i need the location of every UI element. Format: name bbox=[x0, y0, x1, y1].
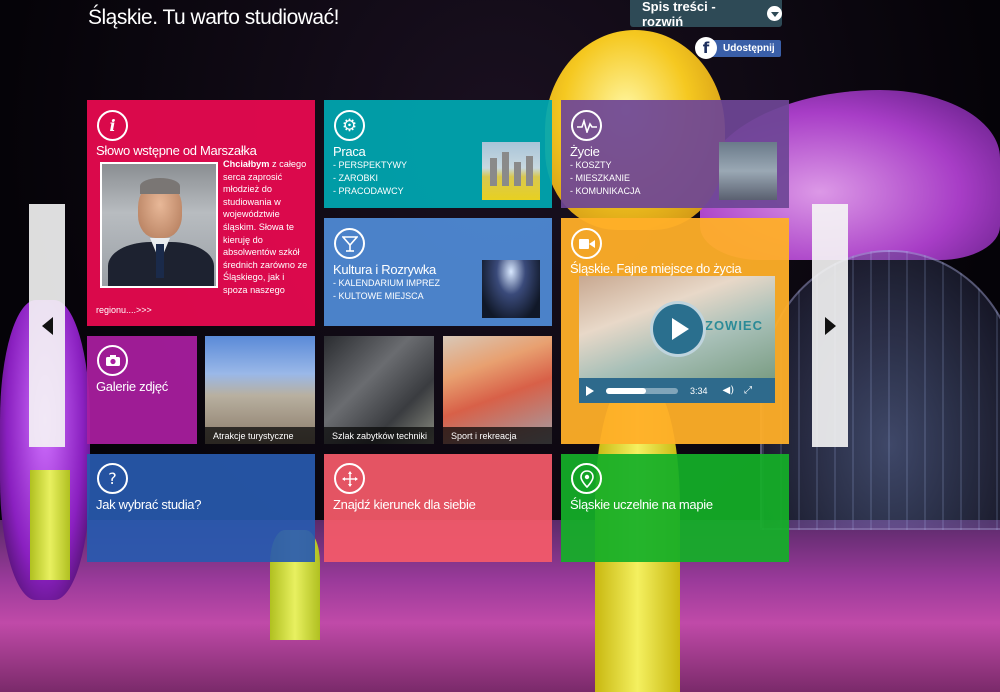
video-camera-icon bbox=[571, 228, 602, 259]
arrow-right-icon bbox=[824, 316, 836, 335]
fullscreen-icon[interactable]: ⤢ bbox=[744, 385, 752, 396]
gallery-item[interactable]: Atrakcje turystyczne bbox=[205, 336, 315, 444]
tile-title: Galerie zdjęć bbox=[96, 379, 168, 394]
tile-jak-wybrac-studia[interactable]: ? Jak wybrać studia? bbox=[87, 454, 315, 562]
tile-kultura-rozrywka[interactable]: Kultura i Rozrywka KALENDARIUM IMPREZ KU… bbox=[324, 218, 552, 326]
gear-icon: ⚙ bbox=[334, 110, 365, 141]
tile-title: Śląskie. Fajne miejsce do życia bbox=[570, 261, 742, 276]
video-progress-bar[interactable] bbox=[606, 387, 678, 394]
facebook-share-button[interactable]: f Udostępnij bbox=[695, 37, 781, 59]
tile-title: Jak wybrać studia? bbox=[96, 497, 202, 512]
camera-icon bbox=[97, 345, 128, 376]
list-item[interactable]: KALENDARIUM IMPREZ bbox=[333, 277, 441, 290]
tile-title: Słowo wstępne od Marszałka bbox=[96, 143, 257, 158]
tile-fajne-miejsce[interactable]: Śląskie. Fajne miejsce do życia ZOWIEC 3… bbox=[561, 218, 789, 444]
tile-link-list: PERSPEKTYWY ZAROBKI PRACODAWCY bbox=[333, 159, 408, 198]
tile-marshal-foreword[interactable]: i Słowo wstępne od Marszałka Chciałbym z… bbox=[87, 100, 315, 326]
chevron-down-icon bbox=[767, 6, 782, 21]
map-pin-icon bbox=[571, 463, 602, 494]
info-icon: i bbox=[97, 110, 128, 141]
arrows-icon bbox=[334, 463, 365, 494]
tile-zycie[interactable]: Życie KOSZTY MIESZKANIE KOMUNIKACJA bbox=[561, 100, 789, 208]
video-time: 3:34 bbox=[690, 385, 708, 396]
toc-expand-button[interactable]: Spis treści - rozwiń bbox=[630, 0, 782, 29]
dorm-room-thumbnail bbox=[719, 142, 777, 200]
volume-icon[interactable]: ◀) bbox=[723, 385, 735, 396]
tile-title: Życie bbox=[570, 144, 600, 159]
site-title: Śląskie. Tu warto studiować! bbox=[88, 6, 339, 29]
gallery-caption: Szlak zabytków techniki bbox=[324, 427, 434, 444]
tile-link-list: KALENDARIUM IMPREZ KULTOWE MIEJSCA bbox=[333, 277, 441, 303]
tile-link-list: KOSZTY MIESZKANIE KOMUNIKACJA bbox=[570, 159, 641, 198]
cocktail-icon bbox=[334, 228, 365, 259]
tile-title: Praca bbox=[333, 144, 366, 159]
gallery-item[interactable]: Sport i rekreacja bbox=[443, 336, 552, 444]
tile-title: Kultura i Rozrywka bbox=[333, 262, 436, 277]
list-item[interactable]: KULTOWE MIEJSCA bbox=[333, 290, 440, 303]
gallery-caption: Atrakcje turystyczne bbox=[205, 427, 315, 444]
list-item[interactable]: KOMUNIKACJA bbox=[570, 185, 641, 198]
tile-title: Śląskie uczelnie na mapie bbox=[570, 497, 713, 512]
power-plant-thumbnail bbox=[482, 142, 540, 200]
toc-label: Spis treści - rozwiń bbox=[642, 0, 716, 29]
prev-slide-button[interactable] bbox=[29, 204, 65, 447]
share-label: Udostępnij bbox=[711, 39, 781, 57]
list-item[interactable]: KOSZTY bbox=[570, 159, 641, 172]
marshal-portrait bbox=[100, 162, 218, 288]
facebook-icon: f bbox=[695, 37, 717, 59]
next-slide-button[interactable] bbox=[812, 204, 848, 447]
play-icon[interactable] bbox=[650, 301, 706, 357]
list-item[interactable]: ZAROBKI bbox=[333, 172, 407, 185]
arrow-left-icon bbox=[41, 316, 53, 335]
question-icon: ? bbox=[97, 463, 128, 494]
gallery-item[interactable]: Szlak zabytków techniki bbox=[324, 336, 434, 444]
tile-uczelnie-na-mapie[interactable]: Śląskie uczelnie na mapie bbox=[561, 454, 789, 562]
concert-thumbnail bbox=[482, 260, 540, 318]
tile-praca[interactable]: ⚙ Praca PERSPEKTYWY ZAROBKI PRACODAWCY bbox=[324, 100, 552, 208]
tile-galerie-zdjec[interactable]: Galerie zdjęć bbox=[87, 336, 197, 444]
marshal-foreword-text: Chciałbym z całego serca zaprosić młodzi… bbox=[223, 159, 308, 295]
tile-znajdz-kierunek[interactable]: Znajdź kierunek dla siebie bbox=[324, 454, 552, 562]
read-more-link[interactable]: regionu....>>> bbox=[96, 305, 152, 315]
video-frame-text: ZOWIEC bbox=[705, 318, 763, 333]
video-controls: 3:34 ◀) ⤢ bbox=[579, 378, 775, 403]
tile-title: Znajdź kierunek dla siebie bbox=[333, 497, 476, 512]
gallery-caption: Sport i rekreacja bbox=[443, 427, 552, 444]
list-item[interactable]: PRACODAWCY bbox=[333, 185, 407, 198]
list-item[interactable]: MIESZKANIE bbox=[570, 172, 641, 185]
play-small-icon[interactable] bbox=[586, 385, 594, 396]
list-item[interactable]: PERSPEKTYWY bbox=[333, 159, 408, 172]
heartbeat-icon bbox=[571, 110, 602, 141]
